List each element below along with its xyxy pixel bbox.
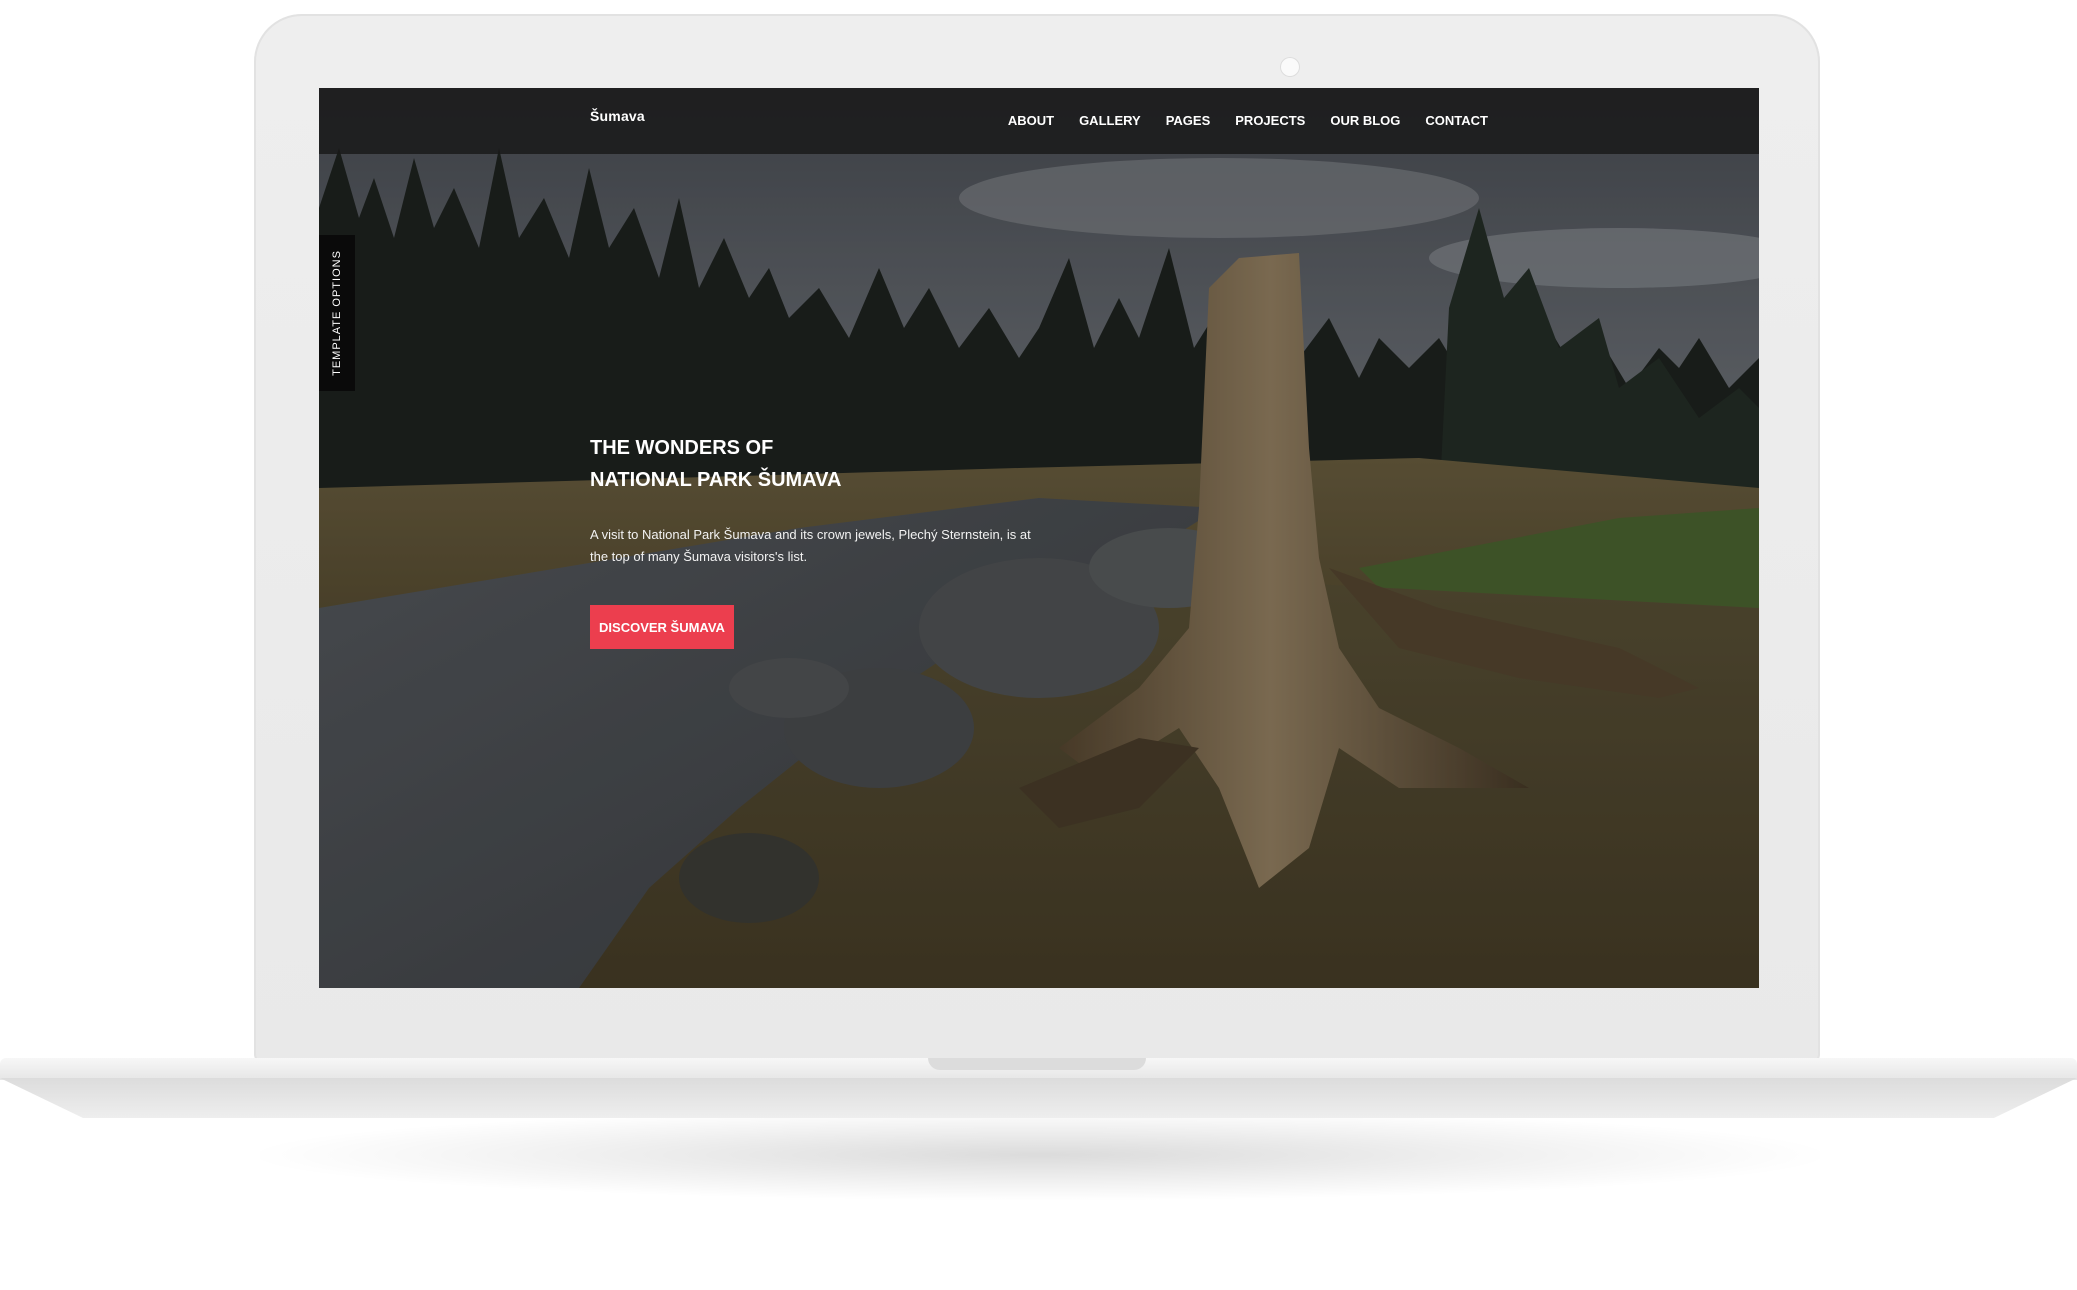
navbar: Šumava ABOUT GALLERY PAGES PROJECTS OUR … <box>319 88 1759 154</box>
discover-sumava-button[interactable]: DISCOVER ŠUMAVA <box>590 605 734 649</box>
nav-item-gallery[interactable]: GALLERY <box>1079 113 1141 128</box>
laptop-mockup: Šumava ABOUT GALLERY PAGES PROJECTS OUR … <box>0 0 2077 1290</box>
laptop-notch <box>928 1058 1146 1070</box>
template-options-label: TEMPLATE OPTIONS <box>331 250 343 376</box>
brand-logo[interactable]: Šumava <box>590 108 645 124</box>
nav-item-contact[interactable]: CONTACT <box>1425 113 1488 128</box>
hero-description: A visit to National Park Šumava and its … <box>590 527 1031 564</box>
nav-item-pages[interactable]: PAGES <box>1166 113 1211 128</box>
hero-title-line-2: NATIONAL PARK ŠUMAVA <box>590 469 842 491</box>
laptop-shadow <box>260 1110 1820 1200</box>
nav-item-projects[interactable]: PROJECTS <box>1235 113 1305 128</box>
laptop-base-bottom <box>0 1078 2077 1118</box>
screen: Šumava ABOUT GALLERY PAGES PROJECTS OUR … <box>319 88 1759 988</box>
template-options-tab[interactable]: TEMPLATE OPTIONS <box>319 235 355 391</box>
nav-item-our-blog[interactable]: OUR BLOG <box>1330 113 1400 128</box>
camera-dot <box>1280 57 1300 77</box>
nav-item-about[interactable]: ABOUT <box>1008 113 1054 128</box>
hero-title: THE WONDERS OF NATIONAL PARK ŠUMAVA <box>590 432 841 496</box>
hero-title-line-1: THE WONDERS OF <box>590 437 774 459</box>
nav-menu: ABOUT GALLERY PAGES PROJECTS OUR BLOG CO… <box>983 113 1488 128</box>
